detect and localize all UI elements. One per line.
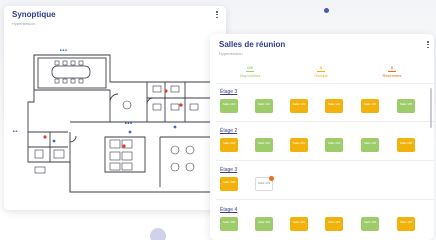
room-name: Salle 100	[222, 101, 236, 106]
room-tile[interactable]: Salle 105	[397, 99, 415, 113]
status-summary: 0 Réservées	[370, 65, 414, 78]
room-name: Salle 400	[222, 219, 236, 224]
floor-divider	[216, 160, 434, 161]
status-summary: 0 Occupé	[299, 65, 343, 78]
floor-label[interactable]: Étage 2	[220, 128, 237, 134]
decorative-dot	[150, 228, 166, 240]
room-name: Salle 301	[257, 180, 271, 185]
room-name: Salle 202	[292, 140, 306, 145]
room-name: Salle 102	[292, 101, 306, 106]
room-tile[interactable]: Salle 202	[290, 138, 308, 152]
room-tile[interactable]: Salle 205	[397, 138, 415, 152]
status-label: Réservées	[382, 73, 402, 78]
room-tile[interactable]: Salle 103	[325, 99, 343, 113]
status-count: 0/8	[247, 65, 253, 70]
room-tile[interactable]: Salle 104	[361, 99, 379, 113]
status-label: Disponibles	[239, 73, 261, 78]
svg-text:■ ■: ■ ■	[13, 129, 18, 133]
kebab-menu-icon[interactable]	[427, 41, 430, 51]
meeting-rooms-title: Salles de réunion	[219, 40, 286, 49]
room-tile[interactable]: Salle 404	[361, 217, 379, 231]
notification-badge	[269, 176, 274, 181]
room-name: Salle 402	[292, 219, 306, 224]
room-name: Salle 204	[363, 140, 377, 145]
status-label: Occupé	[314, 73, 328, 78]
room-tile[interactable]: Salle 405	[397, 217, 415, 231]
room-name: Salle 403	[327, 219, 341, 224]
svg-text:■ ■ ■: ■ ■ ■	[60, 48, 67, 52]
room-name: Salle 205	[399, 140, 413, 145]
floor-divider	[216, 199, 434, 200]
room-tile[interactable]: Salle 403	[325, 217, 343, 231]
scrollbar[interactable]	[430, 88, 432, 128]
status-count: 0	[319, 65, 323, 70]
room-name: Salle 401	[257, 219, 271, 224]
room-name: Salle 103	[327, 101, 341, 106]
decorative-dot	[324, 8, 329, 13]
room-name: Salle 203	[327, 140, 341, 145]
room-tile[interactable]: Salle 401	[255, 217, 273, 231]
status-count: 0	[390, 65, 394, 70]
floor-label[interactable]: Étage 3	[220, 89, 237, 95]
room-tile[interactable]: Salle 201	[255, 138, 273, 152]
synoptic-title: Synoptique	[12, 10, 56, 19]
status-summary: 0/8 Disponibles	[228, 65, 272, 78]
room-tile[interactable]: Salle 300	[220, 177, 238, 191]
floor-plan[interactable]: ■ ■ ■ ■ ■ ■ ■ ■	[10, 42, 220, 202]
room-tile[interactable]: Salle 204	[361, 138, 379, 152]
room-name: Salle 405	[399, 219, 413, 224]
room-tile[interactable]: Salle 402	[290, 217, 308, 231]
room-name: Salle 101	[257, 101, 271, 106]
room-name: Salle 404	[363, 219, 377, 224]
meeting-rooms-subtitle: Hypertension	[219, 51, 243, 56]
synoptic-subtitle: Hypertension	[12, 21, 36, 26]
floor-divider	[216, 121, 434, 122]
room-name: Salle 300	[222, 179, 236, 184]
room-tile[interactable]: Salle 102	[290, 99, 308, 113]
room-tile[interactable]: Salle 200	[220, 138, 238, 152]
status-color-mark	[246, 71, 254, 72]
room-tile[interactable]: Salle 400	[220, 217, 238, 231]
room-tile[interactable]: Salle 101	[255, 99, 273, 113]
kebab-menu-icon[interactable]	[216, 11, 219, 21]
svg-text:■ ■ ■: ■ ■ ■	[125, 121, 132, 125]
status-color-mark	[388, 71, 396, 72]
room-name: Salle 104	[363, 101, 377, 106]
floor-label[interactable]: Étage 4	[220, 207, 237, 213]
room-name: Salle 201	[257, 140, 271, 145]
room-tile[interactable]: Salle 301	[255, 176, 274, 191]
room-name: Salle 200	[222, 140, 236, 145]
room-name: Salle 105	[399, 101, 413, 106]
room-tile[interactable]: Salle 203	[325, 138, 343, 152]
status-color-mark	[317, 71, 325, 72]
room-tile[interactable]: Salle 100	[220, 99, 238, 113]
floor-label[interactable]: Étage 3	[220, 167, 237, 173]
legend-divider	[216, 83, 434, 84]
